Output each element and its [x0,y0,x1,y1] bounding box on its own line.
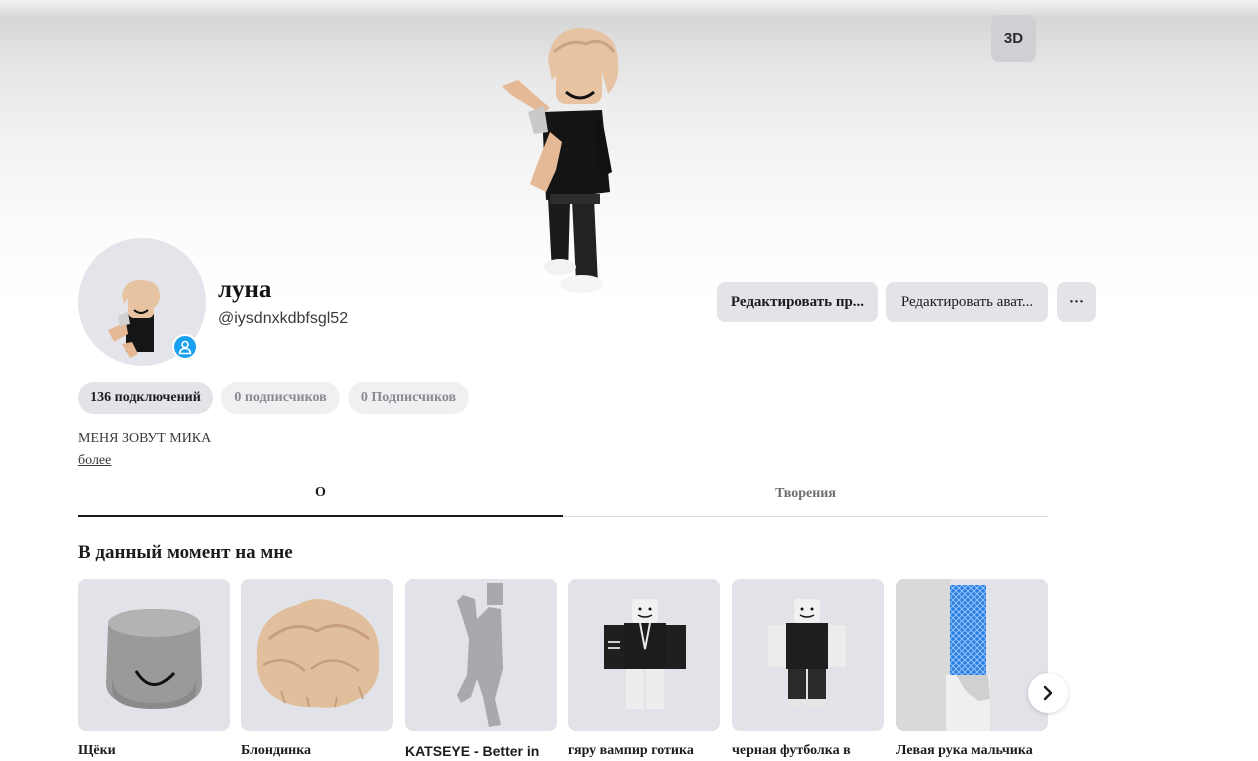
avatar-3d-figure [502,28,619,293]
emote-icon [457,583,503,727]
item-thumbnail [241,579,393,731]
list-item[interactable]: Щёки [78,579,230,759]
username: @iysdnxkdbfsgl52 [218,310,349,327]
followers-pill[interactable]: 0 подписчиков [221,382,340,414]
item-thumbnail [78,579,230,731]
tab-creations[interactable]: Творения [563,470,1048,517]
item-name: гяру вампир готика [568,743,694,758]
shirt-icon [604,599,686,709]
tab-about[interactable]: О [78,470,563,517]
item-name: Блондинка [241,743,312,758]
item-thumbnail [732,579,884,731]
connections-pill[interactable]: 136 подключений [78,382,213,414]
bio-more-link[interactable]: более [78,453,111,469]
edit-profile-button[interactable]: Редактировать пр... [717,282,878,322]
more-dots-icon: ··· [1068,293,1084,310]
tshirt-icon [768,599,846,709]
item-thumbnail [405,579,557,731]
list-item[interactable]: Левая рука мальчика [896,579,1048,759]
item-thumbnail [568,579,720,731]
currently-wearing-title: В данный момент на мне [78,542,293,563]
hair-icon [256,599,380,708]
chevron-right-icon [1043,685,1053,701]
profile-tabs: О Творения [78,470,1048,517]
following-pill[interactable]: 0 Подписчиков [348,382,469,414]
list-item[interactable]: Блондинка [241,579,393,759]
item-thumbnail [896,579,1048,731]
more-options-button[interactable]: ··· [1057,282,1096,322]
3d-view-button[interactable]: 3D [991,15,1036,62]
user-icon [178,340,192,355]
carousel-next-button[interactable] [1028,673,1068,713]
list-item[interactable]: KATSEYE - Better in [405,579,557,759]
head-icon [106,609,202,709]
item-name: черная футболка в [732,743,851,758]
item-name: Щёки [78,743,116,758]
online-status-badge [172,334,198,360]
display-name: луна [218,276,272,303]
wearing-items-list: Щёки Блондинка KATSEYE - Better in гяру … [78,579,1048,761]
arm-icon [896,579,990,731]
profile-bio: МЕНЯ ЗОВУТ МИКА [78,431,212,446]
item-name: KATSEYE - Better in [405,743,540,759]
edit-avatar-button[interactable]: Редактировать ават... [886,282,1048,322]
list-item[interactable]: черная футболка в [732,579,884,759]
list-item[interactable]: гяру вампир готика [568,579,720,759]
item-name: Левая рука мальчика [896,743,1033,758]
